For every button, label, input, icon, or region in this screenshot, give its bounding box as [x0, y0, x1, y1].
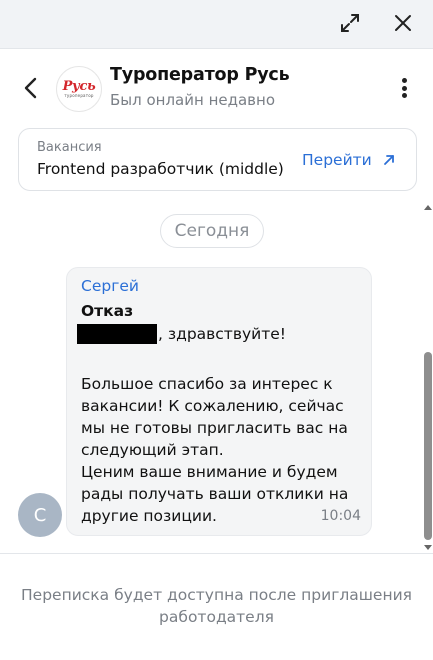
- sender-avatar: С: [18, 493, 62, 537]
- chat-scrollbar[interactable]: [424, 202, 433, 552]
- more-options-icon[interactable]: [392, 75, 416, 101]
- scroll-thumb[interactable]: [424, 352, 432, 540]
- message-bubble: Сергей Отказ , здравствуйте! Большое спа…: [66, 267, 372, 536]
- back-arrow-icon[interactable]: [18, 75, 44, 101]
- expand-icon[interactable]: [333, 8, 367, 38]
- logo-word: Русь: [62, 79, 96, 94]
- logo-subtext: туроператор: [64, 93, 94, 98]
- company-logo: Русь туроператор: [56, 66, 102, 112]
- open-vacancy-label: Перейти: [302, 151, 372, 169]
- message-paragraph: Ценим ваше внимание и будем рады получат…: [81, 463, 349, 525]
- footer-note: Переписка будет доступна после приглашен…: [21, 586, 412, 626]
- vacancy-label: Вакансия: [37, 140, 102, 155]
- chat-header: Русь туроператор Туроператор Русь Был он…: [0, 49, 433, 127]
- window-topbar: [0, 0, 433, 49]
- scroll-down-arrow-icon[interactable]: [424, 545, 432, 550]
- message-sender: Сергей: [81, 277, 139, 295]
- message-paragraph: Большое спасибо за интерес к вакансии! К…: [81, 375, 348, 459]
- arrow-up-right-icon: [383, 155, 394, 165]
- vacancy-card: Вакансия Frontend разработчик (middle) П…: [18, 128, 417, 191]
- greeting-text: , здравствуйте!: [158, 325, 286, 343]
- redacted-name: [77, 324, 157, 344]
- chat-messages[interactable]: Сегодня С Сергей Отказ , здравствуйте! Б…: [0, 200, 433, 552]
- message-subject: Отказ: [81, 302, 134, 320]
- vacancy-title: Frontend разработчик (middle): [37, 160, 284, 178]
- company-name: Туроператор Русь: [110, 65, 290, 85]
- message-greeting: , здравствуйте!: [77, 324, 286, 344]
- chat-footer: Переписка будет доступна после приглашен…: [0, 553, 433, 660]
- date-chip: Сегодня: [160, 214, 264, 248]
- message-time: 10:04: [320, 508, 361, 524]
- online-status: Был онлайн недавно: [110, 91, 275, 109]
- open-vacancy-link[interactable]: Перейти: [302, 151, 396, 169]
- scroll-up-arrow-icon[interactable]: [424, 205, 432, 210]
- message-body: Большое спасибо за интерес к вакансии! К…: [81, 373, 361, 527]
- close-icon[interactable]: [386, 8, 420, 38]
